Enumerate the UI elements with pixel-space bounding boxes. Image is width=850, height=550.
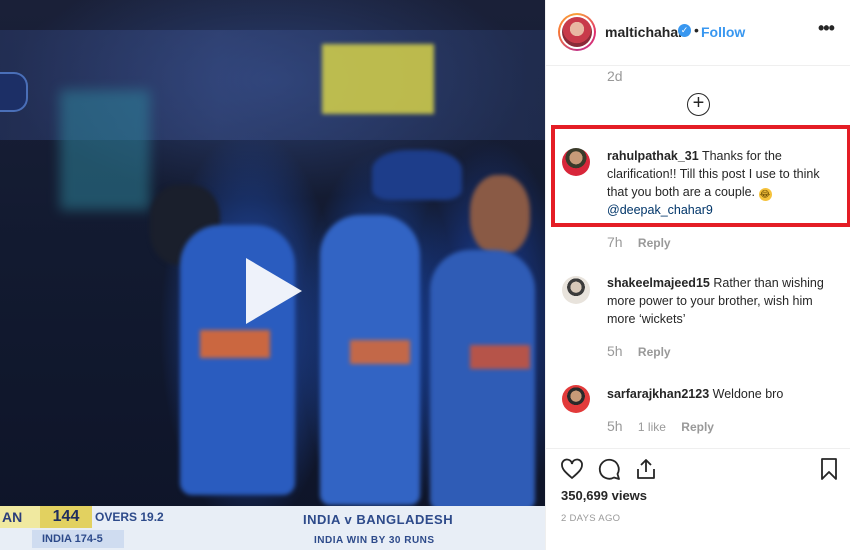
comment-username[interactable]: sarfarajkhan2123 xyxy=(607,387,709,401)
video-player[interactable]: AN 144 OVERS 19.2 INDIA 174-5 (20) INDIA… xyxy=(0,0,545,550)
comment-body: Weldone bro xyxy=(712,387,784,401)
comment-icon[interactable] xyxy=(597,457,621,481)
post-date: 2 DAYS AGO xyxy=(561,513,621,524)
player-figure xyxy=(470,175,530,255)
comment-time: 5h xyxy=(607,343,623,359)
share-icon[interactable] xyxy=(634,457,658,481)
comment-time: 5h xyxy=(607,418,623,434)
avatar[interactable] xyxy=(558,13,596,51)
comment-text: rahulpathak_31 Thanks for the clarificat… xyxy=(607,147,839,219)
username-link[interactable]: maltichahar xyxy=(605,24,684,40)
crowd-blur xyxy=(60,90,150,210)
player-figure xyxy=(372,150,462,200)
follow-button[interactable]: Follow xyxy=(701,24,745,40)
separator-dot: • xyxy=(694,22,699,38)
tv-scoreboard: AN 144 OVERS 19.2 INDIA 174-5 (20) INDIA… xyxy=(0,506,545,550)
commenter-avatar[interactable] xyxy=(562,385,590,413)
comment-meta: 5h Reply xyxy=(607,343,671,359)
caption-timestamp: 2d xyxy=(607,68,623,84)
more-options-icon[interactable]: ••• xyxy=(818,18,835,39)
load-more-comments-icon[interactable]: + xyxy=(687,93,710,116)
commenter-avatar[interactable] xyxy=(562,276,590,304)
comment-time: 7h xyxy=(607,234,623,250)
broadcast-logo xyxy=(0,72,28,112)
comment-username[interactable]: shakeelmajeed15 xyxy=(607,276,710,290)
scoreboard-match: INDIA v BANGLADESH xyxy=(303,512,454,527)
reply-button[interactable]: Reply xyxy=(638,345,671,359)
play-icon[interactable] xyxy=(246,258,302,324)
comment-meta: 5h 1 like Reply xyxy=(607,418,714,434)
comment-text: shakeelmajeed15 Rather than wishing more… xyxy=(607,274,839,328)
scoreboard-score: 144 xyxy=(40,506,92,528)
scoreboard-overs: OVERS 19.2 xyxy=(95,510,164,524)
stadium-signboard xyxy=(322,44,434,114)
player-figure xyxy=(430,250,535,510)
jersey-stripe xyxy=(350,340,410,364)
jersey-stripe xyxy=(470,345,530,369)
comment-likes[interactable]: 1 like xyxy=(638,420,666,434)
avatar-image xyxy=(562,17,592,47)
reply-button[interactable]: Reply xyxy=(681,420,714,434)
verified-badge-icon: ✓ xyxy=(678,24,691,37)
post-sidebar: maltichahar ✓ • Follow ••• 2d + rahulpat… xyxy=(545,0,850,550)
post-actions: 350,699 views 2 DAYS AGO xyxy=(546,448,850,550)
reply-button[interactable]: Reply xyxy=(638,236,671,250)
comment-text: sarfarajkhan2123 Weldone bro xyxy=(607,385,839,403)
laughing-emoji-icon: 😂 xyxy=(758,188,772,201)
comment-mention[interactable]: @deepak_chahar9 xyxy=(607,203,713,217)
heart-icon[interactable] xyxy=(560,457,584,481)
scoreboard-team: AN xyxy=(0,506,40,528)
post-header: maltichahar ✓ • Follow ••• xyxy=(546,0,850,66)
view-count[interactable]: 350,699 views xyxy=(561,488,647,503)
bookmark-icon[interactable] xyxy=(817,457,841,481)
comment-meta: 7h Reply xyxy=(607,234,671,250)
scoreboard-result: INDIA WIN BY 30 RUNS xyxy=(314,535,435,546)
scoreboard-innings: INDIA 174-5 (20) xyxy=(32,530,124,548)
comment-username[interactable]: rahulpathak_31 xyxy=(607,149,699,163)
commenter-avatar[interactable] xyxy=(562,148,590,176)
